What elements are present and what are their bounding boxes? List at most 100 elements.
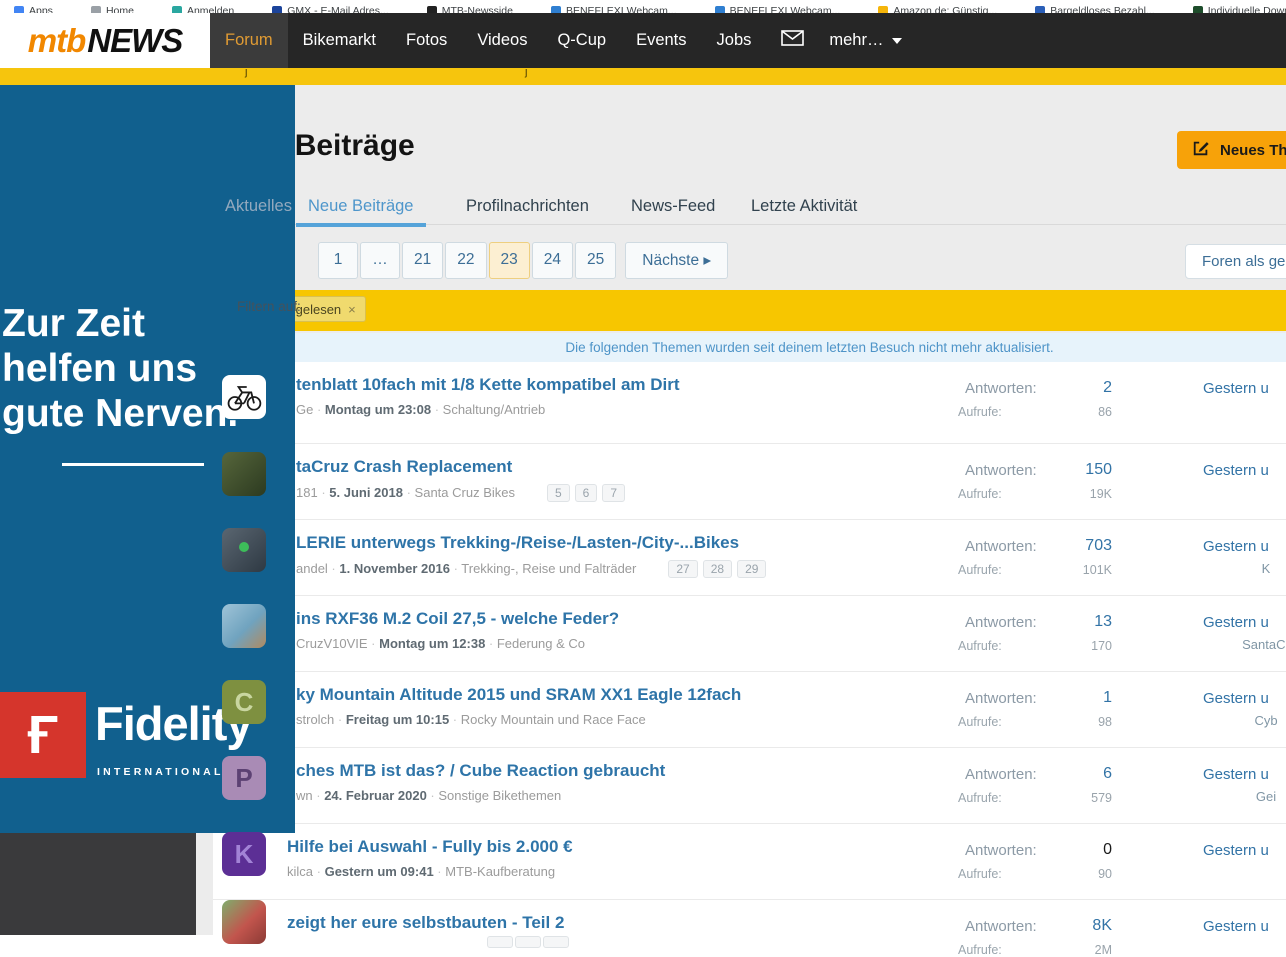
bookmark-item[interactable]: Anmelden [171,5,235,13]
nav-items: Forum Bikemarkt Fotos Videos Q-Cup Events Jobs… [210,13,912,68]
tab-aktuelles[interactable]: Aktuelles [225,197,292,216]
mark-forums-read-button[interactable]: Foren als gel [1185,244,1286,279]
bookmark-item[interactable]: BENEFLEXI Webcam... [714,5,840,13]
thread-page-link[interactable]: 29 [737,560,767,578]
forest-rider-photo[interactable] [222,452,266,496]
tab-letzte-aktivit-t[interactable]: Letzte Aktivität [751,197,857,216]
bookmark-item[interactable]: Individuelle Downhil... [1192,5,1286,13]
last-post-time[interactable]: Gestern u [1203,842,1269,859]
bookmark-item[interactable]: Bargeldloses Bezahl... [1035,5,1155,13]
nav-item-fotos[interactable]: Fotos [391,13,462,68]
thread-page-link[interactable]: 6 [574,484,598,502]
tab-news-feed[interactable]: News-Feed [631,197,715,216]
bookmark-item[interactable]: GMX - E-Mail Adres... [272,5,389,13]
thread-title[interactable]: zeigt her eure selbstbauten - Teil 2 [287,913,946,933]
page-link-25[interactable]: 25 [575,242,617,279]
portrait-photo[interactable] [222,604,266,648]
fidelity-brand-subtitle: INTERNATIONAL [97,766,224,778]
bike-avatar[interactable] [222,375,266,419]
page-link-21[interactable]: 21 [402,242,444,279]
thread-forum-link[interactable]: Rocky Mountain und Race Face [461,712,646,727]
thread-author[interactable]: strolch [296,712,334,727]
page-link-22[interactable]: 22 [445,242,487,279]
thread-forum-link[interactable]: Schaltung/Antrieb [443,402,546,417]
thread-title[interactable]: ins RXF36 M.2 Coil 27,5 - welche Feder? [296,609,946,629]
nav-item-videos[interactable]: Videos [462,13,542,68]
thread-page-link[interactable] [515,936,541,948]
thread-title[interactable]: taCruz Crash Replacement [296,457,946,477]
bookmark-item[interactable]: MTB-Newsside [426,5,513,13]
thread-author[interactable]: andel [296,561,328,576]
last-post-time[interactable]: Gestern u [1203,766,1269,783]
thread-title[interactable]: tenblatt 10fach mit 1/8 Kette kompatibel… [296,375,946,395]
thread-meta: andel · 1. November 2016 · Trekking-, Re… [296,560,946,578]
next-page-button[interactable]: Nächste ▸ [625,242,729,279]
thread-author[interactable]: wn [296,788,313,803]
thread-title[interactable]: LERIE unterwegs Trekking-/Reise-/Lasten-… [296,533,946,553]
remove-filter-icon[interactable]: × [348,302,356,317]
letter-avatar-k[interactable]: K [222,832,266,876]
thread-title[interactable]: ches MTB ist das? / Cube Reaction gebrau… [296,761,946,781]
thread-author[interactable]: CruzV10VIE [296,636,368,651]
views-label: Aufrufe: [958,943,1002,957]
last-post-time[interactable]: Gestern u [1203,918,1269,935]
nav-item-q-cup[interactable]: Q-Cup [542,13,621,68]
thread-author[interactable]: kilca [287,864,313,879]
bookmark-label: Anmelden [186,5,235,13]
meta-separator: · [327,561,340,576]
thread-author[interactable]: 181 [296,485,318,500]
thread-forum-link[interactable]: MTB-Kaufberatung [445,864,555,879]
thread-row: P ches MTB ist das? / Cube Reaction gebr… [213,748,1286,824]
last-post-time[interactable]: Gestern u [1203,614,1269,631]
letter-avatar-c[interactable]: C [222,680,266,724]
amazon-icon [878,6,889,13]
thread-page-link[interactable]: 28 [702,560,733,578]
thread-page-link[interactable]: 7 [602,484,626,502]
gmx-icon [272,6,283,13]
bookmark-item[interactable]: Apps [14,5,53,13]
helmet-rider-photo[interactable] [222,900,266,944]
dark-bike-photo[interactable] [222,528,266,572]
tab-neue-beitr-ge[interactable]: Neue Beiträge [296,197,426,227]
tab-profilnachrichten[interactable]: Profilnachrichten [466,197,589,216]
thread-forum-link[interactable]: Trekking-, Reise und Falträder [461,561,636,576]
nav-item-jobs[interactable]: Jobs [702,13,767,68]
page-link-23[interactable]: 23 [488,242,530,279]
thread-page-link[interactable] [543,936,569,948]
thread-page-link[interactable] [487,936,513,948]
bookmark-item[interactable]: Amazon.de: Günstig... [878,5,997,13]
new-thread-button[interactable]: Neues Th [1177,131,1286,169]
thread-title[interactable]: ky Mountain Altitude 2015 und SRAM XX1 E… [296,685,946,705]
thread-author[interactable]: Ge [296,402,313,417]
filter-ad-banner[interactable] [273,290,1286,331]
last-post-time[interactable]: Gestern u [1203,690,1269,707]
thread-forum-link[interactable]: Federung & Co [497,636,585,651]
last-post-time[interactable]: Gestern u [1203,380,1269,397]
last-post-author[interactable]: K [1216,561,1286,576]
pagination: 1… 21 22 23 24 25 Nächste ▸ [318,242,729,279]
last-post-author[interactable]: SantaCr [1216,637,1286,652]
meta-separator: · [485,636,497,651]
last-post-time[interactable]: Gestern u [1203,538,1269,555]
nav-item-bikemarkt[interactable]: Bikemarkt [288,13,391,68]
top-ad-banner[interactable]: ȷ ȷ [0,68,1286,85]
thread-page-link[interactable]: 5 [546,484,570,502]
last-post-time[interactable]: Gestern u [1203,462,1269,479]
thread-forum-link[interactable]: Santa Cruz Bikes [415,485,515,500]
letter-avatar-p[interactable]: P [222,756,266,800]
last-post-author[interactable]: Gei [1216,789,1286,804]
bookmark-item[interactable]: Home [90,5,134,13]
page-link-1[interactable]: 1 [318,242,358,279]
nav-item-events[interactable]: Events [621,13,701,68]
nav-item-forum[interactable]: Forum [210,13,288,68]
nav-item-more[interactable]: mehr… [819,13,912,68]
page-link-…[interactable]: … [360,242,400,279]
page-link-24[interactable]: 24 [531,242,573,279]
last-post-author[interactable]: Cyb [1216,713,1286,728]
thread-page-link[interactable]: 27 [668,560,698,578]
site-logo[interactable]: mtb NEWS [0,13,210,68]
thread-forum-link[interactable]: Sonstige Bikethemen [438,788,561,803]
bookmark-item[interactable]: BENEFLEXI Webcam... [550,5,677,13]
thread-title[interactable]: Hilfe bei Auswahl - Fully bis 2.000 € [287,837,946,857]
mail-nav-button[interactable] [766,13,819,68]
